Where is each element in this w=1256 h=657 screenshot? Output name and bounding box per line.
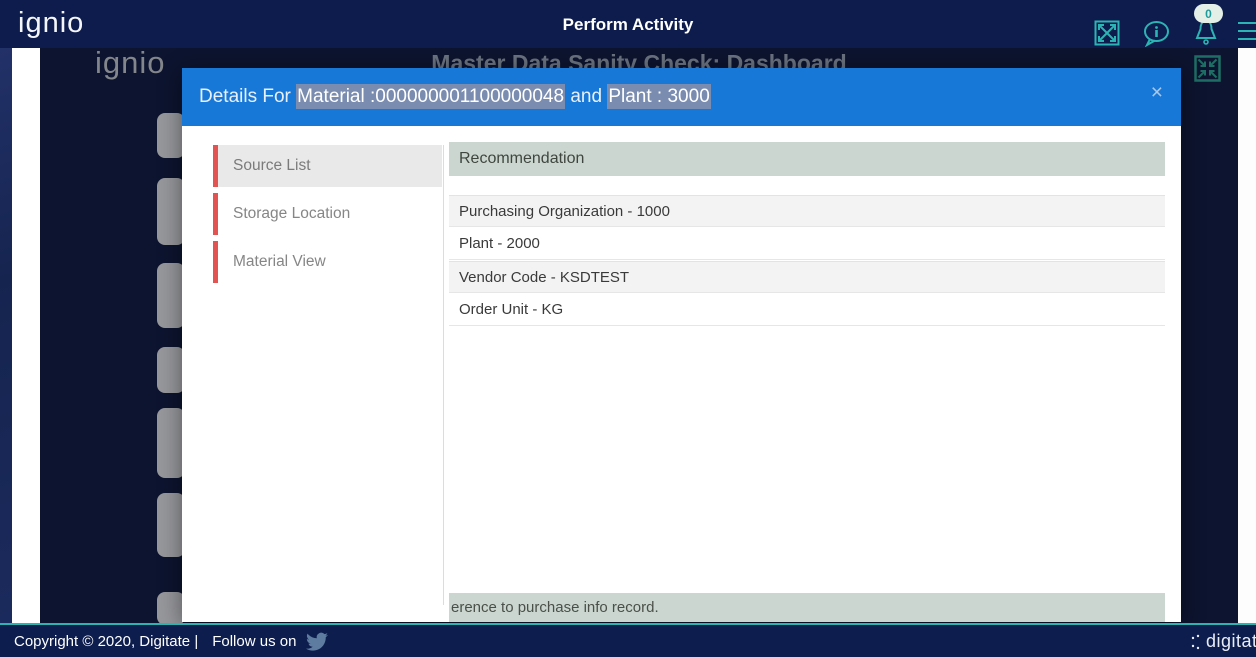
nav-content-divider (443, 145, 444, 605)
left-white-rail (12, 48, 40, 625)
modal-nav-label: Material View (218, 241, 442, 283)
background-menu-tile (157, 263, 185, 328)
recommendation-row: Vendor Code - KSDTEST (449, 261, 1165, 293)
clipped-footnote: erence to purchase info record. (449, 593, 1165, 622)
notification-count-badge: 0 (1194, 4, 1223, 23)
modal-nav-storage-location[interactable]: Storage Location (213, 193, 442, 235)
app-header: ignio Perform Activity 0 (0, 0, 1256, 48)
info-bubble-icon[interactable] (1142, 20, 1169, 47)
recommendation-header: Recommendation (449, 142, 1165, 176)
modal-nav-material-view[interactable]: Material View (213, 241, 442, 283)
modal-content-panel: Recommendation Purchasing Organization -… (449, 68, 1165, 622)
background-menu-tile (157, 493, 185, 557)
recommendation-row: Purchasing Organization - 1000 (449, 195, 1165, 227)
background-menu-tile (157, 408, 185, 478)
digitate-logo: digitate (1190, 631, 1256, 652)
background-menu-tile (157, 113, 185, 158)
modal-nav-label: Storage Location (218, 193, 442, 235)
follow-us-text: Follow us on (212, 632, 297, 650)
background-menu-tile (157, 178, 185, 245)
modal-nav-source-list[interactable]: Source List (213, 145, 442, 187)
app-footer: Copyright © 2020, Digitate | Follow us o… (0, 623, 1256, 657)
details-modal: Details For Material :000000001100000048… (182, 68, 1181, 622)
recommendation-row: Plant - 2000 (449, 228, 1165, 260)
copyright-text: Copyright © 2020, Digitate | (14, 632, 199, 650)
menu-icon[interactable] (1238, 22, 1256, 46)
screen: ignio Perform Activity 0 ignio Master Da… (0, 0, 1256, 657)
modal-nav-label: Source List (218, 145, 442, 187)
digitate-logo-text: digitate (1205, 631, 1256, 651)
modal-title-prefix: Details For (199, 86, 297, 107)
recommendation-row: Order Unit - KG (449, 294, 1165, 326)
background-menu-tile (157, 347, 185, 393)
compress-icon (1194, 55, 1221, 82)
left-frame-strip (0, 48, 12, 625)
twitter-icon[interactable] (306, 630, 329, 652)
page-header-title: Perform Activity (562, 15, 694, 34)
fullscreen-icon[interactable] (1094, 20, 1120, 46)
background-menu-tile (157, 592, 185, 625)
right-white-rail (1238, 48, 1256, 625)
